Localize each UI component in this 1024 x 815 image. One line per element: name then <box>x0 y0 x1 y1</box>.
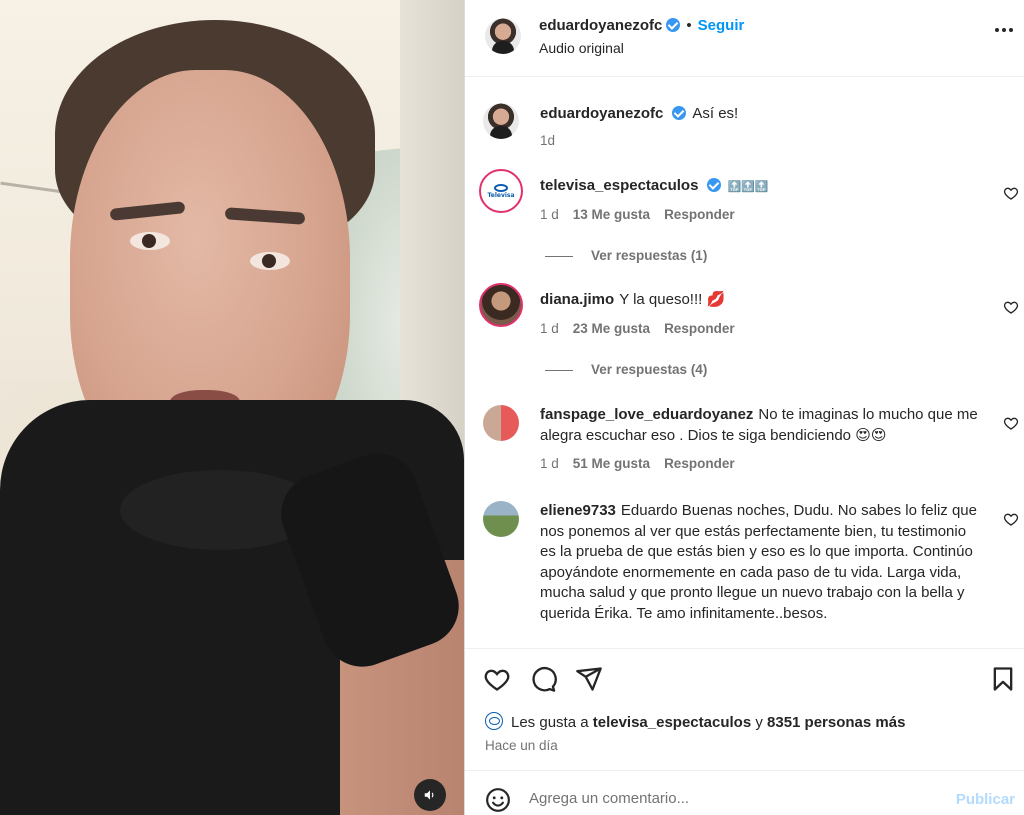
comment-time: 1d <box>540 133 556 148</box>
comment-username[interactable]: televisa_espectaculos <box>540 177 698 194</box>
comment-username[interactable]: fanspage_love_eduardoyanez <box>540 406 753 423</box>
speaker-icon <box>424 790 434 800</box>
comment-text: 🔝🔝🔝 <box>727 181 769 193</box>
commenter-avatar[interactable] <box>483 405 519 441</box>
reply-button[interactable]: Responder <box>664 207 735 222</box>
instagram-post-view: eduardoyanezofc • Seguir Audio original ed… <box>0 0 1024 815</box>
televisa-logo-icon <box>494 183 508 192</box>
post-header: eduardoyanezofc • Seguir Audio original <box>465 0 1024 77</box>
reply-button[interactable]: Responder <box>664 321 735 336</box>
verified-badge-icon <box>707 178 722 192</box>
comment-like-heart-icon[interactable] <box>1003 185 1019 201</box>
comment-like-heart-icon[interactable] <box>1003 511 1019 527</box>
comment-text: Así es! <box>692 105 739 122</box>
comment-time: 1 d <box>540 456 559 471</box>
post-actions-bar: Les gusta a televisa_espectaculos y 8351… <box>465 648 1024 770</box>
comment-username[interactable]: diana.jimo <box>540 291 614 308</box>
verified-badge-icon <box>672 106 687 120</box>
view-replies-link[interactable]: Ver respuestas (1) <box>545 248 707 263</box>
reply-button[interactable]: Responder <box>664 456 735 471</box>
author-avatar[interactable] <box>485 18 521 54</box>
audio-toggle-button[interactable] <box>414 779 446 811</box>
follow-button[interactable]: Seguir <box>698 17 745 34</box>
audio-label[interactable]: Audio original <box>539 40 624 56</box>
like-heart-icon[interactable] <box>483 665 511 693</box>
more-options-icon[interactable] <box>995 28 1013 32</box>
commenter-avatar[interactable]: Televisa <box>479 169 523 213</box>
televisa-logo-text: Televisa <box>487 191 515 199</box>
likes-summary[interactable]: Les gusta a televisa_espectaculos y 8351… <box>485 712 905 731</box>
post-details-panel: eduardoyanezofc • Seguir Audio original ed… <box>464 0 1024 815</box>
author-username[interactable]: eduardoyanezofc <box>539 17 662 34</box>
comment-time: 1 d <box>540 321 559 336</box>
liker-username[interactable]: televisa_espectaculos <box>593 714 751 731</box>
comment-like-count[interactable]: 13 Me gusta <box>573 207 650 222</box>
comment-username[interactable]: eliene9733 <box>540 502 616 519</box>
comment-like-count[interactable]: 23 Me gusta <box>573 321 650 336</box>
comment-composer: Publicar <box>465 770 1024 815</box>
comment-bubble-icon[interactable] <box>529 665 557 693</box>
comment-username[interactable]: eduardoyanezofc <box>540 105 663 122</box>
commenter-avatar[interactable] <box>479 283 523 327</box>
comment-text: Eduardo Buenas noches, Dudu. No sabes lo… <box>540 502 977 622</box>
commenter-avatar[interactable] <box>483 501 519 537</box>
comment-input[interactable] <box>529 783 929 813</box>
emoji-smiley-icon[interactable] <box>485 787 511 813</box>
comment-like-heart-icon[interactable] <box>1003 299 1019 315</box>
comment-like-count[interactable]: 51 Me gusta <box>573 456 650 471</box>
comments-list[interactable]: eduardoyanezofc Así es! 1d Televisa telev… <box>465 78 1024 648</box>
comment-like-heart-icon[interactable] <box>1003 415 1019 431</box>
liker-avatar <box>485 712 503 730</box>
view-replies-link[interactable]: Ver respuestas (4) <box>545 362 707 377</box>
post-timestamp: Hace un día <box>485 738 558 753</box>
separator-dot: • <box>686 17 692 34</box>
likes-others-count[interactable]: 8351 personas más <box>767 714 905 731</box>
post-video[interactable] <box>0 0 464 815</box>
comment-text: Y la queso!!! 💋 <box>619 291 726 308</box>
verified-badge-icon <box>666 18 681 32</box>
share-paper-plane-icon[interactable] <box>575 665 603 693</box>
commenter-avatar[interactable] <box>483 103 519 139</box>
save-bookmark-icon[interactable] <box>989 665 1017 693</box>
publish-button[interactable]: Publicar <box>956 791 1015 808</box>
comment-time: 1 d <box>540 207 559 222</box>
